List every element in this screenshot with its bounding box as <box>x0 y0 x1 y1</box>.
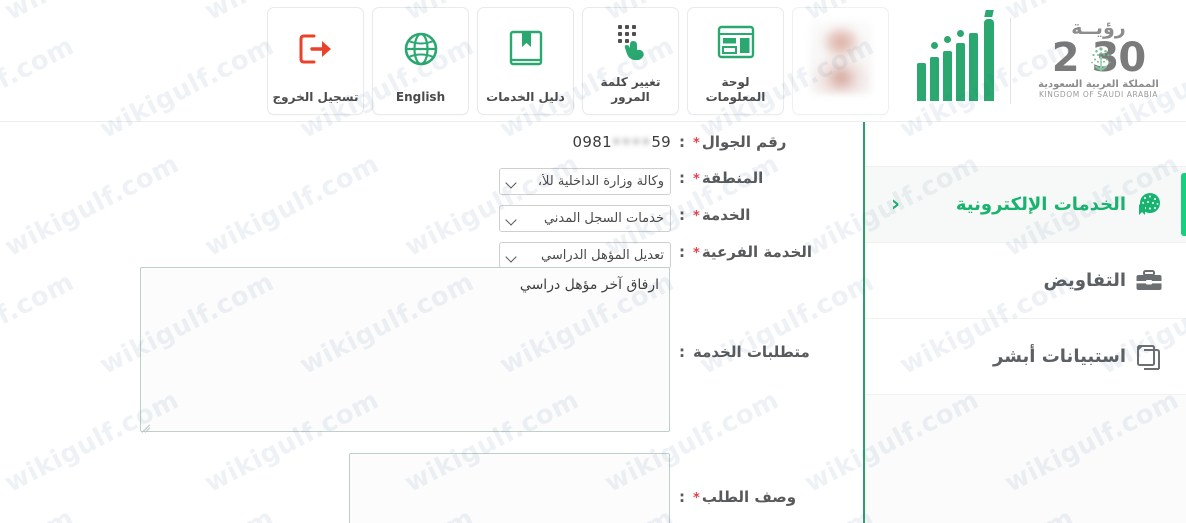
region-label: المنطقة* <box>693 169 764 187</box>
field-row-service: الخدمة* : خدمات السجل المدني <box>499 203 863 232</box>
required-marker: * <box>693 246 700 261</box>
request-description-label: وصف الطلب* <box>693 488 797 506</box>
brand-divider <box>1010 18 1011 104</box>
sidebar-item-label: الخدمات الإلكترونية <box>955 194 1126 215</box>
absher-dot-2 <box>944 36 951 43</box>
field-colon: : <box>679 488 685 506</box>
documents-icon <box>1134 342 1164 372</box>
field-colon: : <box>679 169 685 187</box>
services-guide-label: دليل الخدمات <box>486 90 565 104</box>
service-value: خدمات السجل المدني <box>499 203 671 232</box>
vision-english-caption: KINGDOM OF SAUDI ARABIA <box>1038 90 1159 99</box>
content-sidebar-divider <box>863 122 865 523</box>
change-password-button[interactable]: تغيير كلمة المرور <box>582 7 679 115</box>
field-row-region: المنطقة* : وكالة وزارة الداخلية للأ، <box>499 166 863 195</box>
absher-portal-page: رؤيــة 2 30 المملكة العربية السعودية KIN… <box>0 0 1186 523</box>
sub-service-select[interactable]: تعديل المؤهل الدراسي <box>499 242 671 269</box>
english-language-button[interactable]: English <box>372 7 469 115</box>
absher-dot-1 <box>957 30 964 37</box>
sidebar-top-spacer <box>865 122 1186 167</box>
globe-services-icon <box>1134 190 1164 220</box>
mobile-masked: •••• <box>611 133 652 151</box>
absher-dot-3 <box>931 42 938 49</box>
book-icon <box>478 8 573 90</box>
field-row-sub-service: الخدمة الفرعية* : تعديل المؤهل الدراسي <box>499 240 863 269</box>
sidebar-item-label: التفاويض <box>1043 270 1127 291</box>
request-description-textarea[interactable] <box>349 453 670 523</box>
mobile-number-value: 59••••0981 <box>573 130 671 151</box>
globe-icon <box>373 8 468 90</box>
absher-bar-3 <box>943 51 952 101</box>
english-label: English <box>395 90 446 104</box>
user-avatar <box>793 8 888 105</box>
services-guide-button[interactable]: دليل الخدمات <box>477 7 574 115</box>
logout-button[interactable]: تسجيل الخروج <box>267 7 364 115</box>
mobile-suffix: 0981 <box>572 133 612 151</box>
page-body: الخدمات الإلكترونية ‹ التفاويض استبيانات… <box>0 122 1186 523</box>
sidebar-item-eservices[interactable]: الخدمات الإلكترونية ‹ <box>865 167 1186 243</box>
briefcase-icon <box>1134 266 1164 296</box>
service-requirements-field: ارفاق آخر مؤهل دراسي <box>140 267 670 436</box>
field-colon: : <box>679 343 685 361</box>
sidebar-item-label: استبيانات أبشر <box>993 346 1126 367</box>
absher-logo <box>916 10 994 109</box>
field-row-request-description-label: وصف الطلب* : <box>671 485 863 506</box>
sub-service-value: تعديل المؤهل الدراسي <box>499 240 671 269</box>
mobile-number-label: رقم الجوال* <box>693 133 787 151</box>
required-marker: * <box>693 172 700 187</box>
palm-emblem-icon <box>1090 47 1111 71</box>
mobile-prefix: 59 <box>651 133 671 151</box>
dashboard-label: لوحة المعلومات <box>705 75 766 104</box>
field-colon: : <box>679 133 685 151</box>
region-value: وكالة وزارة الداخلية للأ، <box>499 166 671 195</box>
service-request-form: رقم الجوال* : 59••••0981 المنطقة* : وكال… <box>0 122 863 523</box>
required-marker: * <box>693 209 700 224</box>
required-marker: * <box>693 136 700 151</box>
field-colon: : <box>679 206 685 224</box>
service-requirements-label: متطلبات الخدمة <box>693 343 810 361</box>
absher-bar-2 <box>956 43 965 101</box>
service-label: الخدمة* <box>693 206 751 224</box>
field-colon: : <box>679 243 685 261</box>
service-requirements-textarea[interactable]: ارفاق آخر مؤهل دراسي <box>140 267 670 432</box>
region-select[interactable]: وكالة وزارة الداخلية للأ، <box>499 168 671 195</box>
user-avatar-card[interactable] <box>792 7 889 115</box>
field-row-mobile-number: رقم الجوال* : 59••••0981 <box>573 130 863 151</box>
dashboard-icon <box>688 8 783 75</box>
absher-bar-5 <box>917 63 926 101</box>
keypad-hand-icon <box>583 8 678 75</box>
request-description-field <box>349 453 670 523</box>
field-row-service-requirements-label: متطلبات الخدمة : <box>671 340 863 361</box>
sub-service-label: الخدمة الفرعية* <box>693 243 813 261</box>
chevron-left-icon[interactable]: ‹ <box>885 193 900 216</box>
change-password-label: تغيير كلمة المرور <box>600 75 661 104</box>
sidebar-bottom-spacer <box>865 395 1186 505</box>
logout-icon <box>268 8 363 90</box>
dashboard-button[interactable]: لوحة المعلومات <box>687 7 784 115</box>
vision-number: 2 30 <box>1052 38 1146 78</box>
page-header: رؤيــة 2 30 المملكة العربية السعودية KIN… <box>0 0 1186 122</box>
absher-alef <box>984 19 994 101</box>
brand-block: رؤيــة 2 30 المملكة العربية السعودية KIN… <box>898 0 1186 122</box>
logout-label: تسجيل الخروج <box>272 90 359 104</box>
required-marker: * <box>693 491 700 506</box>
header-toolbar: لوحة المعلومات تغيير كلمة المرور دليل ال… <box>267 7 889 115</box>
sidebar: الخدمات الإلكترونية ‹ التفاويض استبيانات… <box>865 122 1186 523</box>
sidebar-item-surveys[interactable]: استبيانات أبشر <box>865 319 1186 395</box>
service-select[interactable]: خدمات السجل المدني <box>499 205 671 232</box>
absher-hamza <box>984 10 994 17</box>
sidebar-item-delegations[interactable]: التفاويض <box>865 243 1186 319</box>
absher-bar-4 <box>930 57 939 101</box>
absher-bar-1 <box>969 33 978 101</box>
vision-2030-logo: رؤيــة 2 30 المملكة العربية السعودية KIN… <box>1021 11 1176 111</box>
